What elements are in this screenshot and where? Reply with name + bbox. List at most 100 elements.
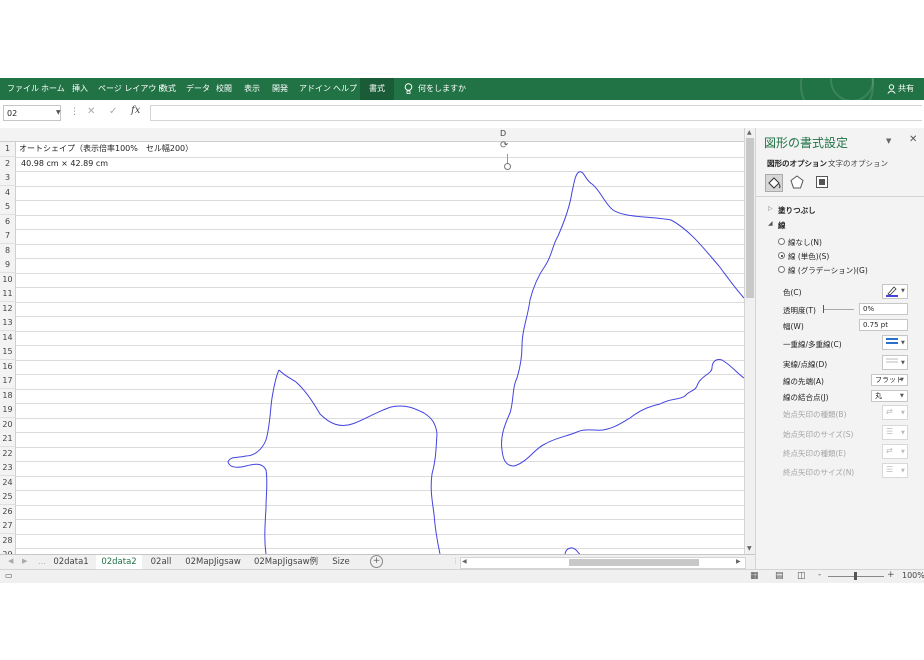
scroll-right-icon[interactable]: ▶ (736, 558, 741, 565)
tell-me-search[interactable]: 何をしますか (418, 78, 466, 100)
radio-gradient-line[interactable] (778, 266, 785, 273)
radio-no-line-label[interactable]: 線なし(N) (788, 237, 822, 248)
rotate-handle-icon[interactable]: ⟳ (500, 140, 508, 151)
radio-gradient-line-label[interactable]: 線 (グラデーション)(G) (788, 265, 868, 276)
tab-format[interactable]: 書式 (360, 78, 394, 100)
sheet-tab[interactable]: Size (326, 555, 356, 569)
chevron-down-icon: ▼ (901, 449, 905, 455)
tab-data[interactable]: データ (186, 78, 210, 100)
tab-shape-options[interactable]: 図形のオプション (767, 158, 827, 169)
size-properties-tab[interactable] (815, 175, 829, 192)
zoom-out-button[interactable]: - (818, 570, 821, 580)
sheet-tab[interactable]: 02all (145, 555, 177, 569)
tab-file[interactable]: ファイル (7, 78, 39, 100)
worksheet-grid[interactable]: D 1 2 3 4 5 6 7 8 9 10 11 12 13 14 15 16 17 18 19 20 21 22 23 2… (0, 128, 744, 554)
hscroll-more-icon[interactable]: ⋮ (452, 557, 459, 565)
enter-icon[interactable]: ✓ (109, 106, 117, 117)
line-section-header[interactable]: 線 (778, 220, 786, 231)
formula-input[interactable] (150, 105, 922, 121)
add-sheet-icon[interactable]: + (370, 555, 383, 568)
sheet-prev-icon[interactable]: ◀ (8, 557, 13, 565)
size-properties-icon (816, 176, 828, 188)
more-options-icon[interactable]: ⋮ (70, 107, 79, 117)
expand-fill-icon[interactable]: ▷ (768, 205, 773, 212)
arrow-size-icon: ☰ (886, 465, 894, 474)
transparency-value: 0% (863, 305, 875, 313)
transparency-slider[interactable] (824, 309, 854, 310)
horizontal-scrollbar[interactable]: ◀ ▶ (460, 557, 746, 569)
status-bar: ▭ ▦ ▤ ◫ - + 100% (0, 569, 924, 583)
zoom-level[interactable]: 100% (902, 571, 924, 580)
radio-no-line[interactable] (778, 238, 785, 245)
begin-arrow-type-dropdown[interactable]: ⇄ ▼ (882, 405, 908, 420)
outline-color-picker[interactable]: ▼ (882, 284, 908, 299)
tab-page-layout[interactable]: ページ レイアウト (98, 78, 164, 100)
tab-view[interactable]: 表示 (244, 78, 260, 100)
tab-text-options[interactable]: 文字のオプション (828, 158, 888, 169)
shape-outline-path (227, 171, 744, 554)
zoom-in-button[interactable]: + (887, 570, 895, 580)
effects-tab[interactable] (790, 175, 804, 192)
scroll-left-icon[interactable]: ◀ (462, 558, 467, 565)
insert-function-icon[interactable]: fx (131, 105, 140, 116)
collapse-line-icon[interactable]: ◢ (768, 220, 773, 227)
fill-section-header[interactable]: 塗りつぶし (778, 205, 816, 216)
chevron-down-icon: ▼ (900, 393, 904, 399)
sheet-tab[interactable]: 02MapJigsaw (180, 555, 246, 569)
tab-developer[interactable]: 開発 (272, 78, 288, 100)
resize-handle[interactable] (504, 163, 511, 170)
tab-home[interactable]: ホーム (41, 78, 65, 100)
end-arrow-type-dropdown[interactable]: ⇄ ▼ (882, 444, 908, 459)
compound-type-dropdown[interactable]: ▼ (882, 335, 908, 350)
begin-arrow-size-dropdown[interactable]: ☰ ▼ (882, 425, 908, 440)
paint-bucket-icon (768, 177, 781, 189)
name-box-dropdown-icon[interactable]: ▼ (56, 109, 61, 116)
ribbon-decoration (830, 58, 874, 102)
sheet-ellipsis-icon[interactable]: … (38, 557, 46, 566)
name-box[interactable]: 02 (3, 105, 61, 121)
end-arrow-type-label: 終点矢印の種類(E) (783, 449, 847, 458)
sheet-tab[interactable]: 02data1 (49, 555, 93, 569)
scroll-thumb[interactable] (746, 138, 754, 298)
normal-view-icon[interactable]: ▦ (750, 571, 759, 581)
cancel-icon[interactable]: ✕ (87, 106, 95, 117)
fill-line-tab[interactable] (765, 174, 783, 192)
hscroll-thumb[interactable] (569, 559, 699, 566)
tab-addins[interactable]: アドイン (299, 78, 331, 100)
sheet-tab[interactable]: 02MapJigsaw例 (249, 555, 323, 569)
zoom-slider-thumb[interactable] (854, 572, 857, 580)
sheet-next-icon[interactable]: ▶ (22, 557, 27, 565)
transparency-input[interactable]: 0% (859, 303, 908, 315)
radio-solid-line-label[interactable]: 線 (単色)(S) (788, 251, 829, 262)
join-type-label: 線の結合点(J) (783, 393, 829, 402)
join-type-dropdown[interactable]: 丸 ▼ (871, 390, 908, 402)
pane-options-dropdown-icon[interactable]: ▼ (886, 137, 891, 145)
scroll-down-icon[interactable]: ▼ (747, 545, 752, 552)
close-icon[interactable]: ✕ (909, 134, 917, 145)
share-button[interactable]: 共有 (898, 78, 914, 100)
join-type-value: 丸 (875, 392, 882, 400)
tab-help[interactable]: ヘルプ (333, 78, 357, 100)
end-arrow-size-dropdown[interactable]: ☰ ▼ (882, 463, 908, 478)
width-input[interactable]: 0.75 pt (859, 319, 908, 331)
radio-solid-line[interactable] (778, 252, 785, 259)
cap-type-dropdown[interactable]: フラット ▼ (871, 374, 908, 386)
transparency-slider-thumb[interactable] (823, 305, 824, 313)
scroll-up-icon[interactable]: ▲ (747, 129, 752, 136)
tab-formulas[interactable]: 数式 (160, 78, 176, 100)
page-break-view-icon[interactable]: ◫ (797, 571, 806, 581)
tab-review[interactable]: 校閲 (216, 78, 232, 100)
dash-type-dropdown[interactable]: ▼ (882, 355, 908, 370)
end-arrow-size-label: 終点矢印のサイズ(N) (783, 468, 855, 477)
chevron-down-icon: ▼ (900, 377, 904, 383)
color-label: 色(C) (783, 288, 802, 297)
macro-record-icon[interactable]: ▭ (5, 571, 13, 580)
tab-insert[interactable]: 挿入 (72, 78, 88, 100)
page-layout-view-icon[interactable]: ▤ (775, 571, 784, 581)
chevron-down-icon: ▼ (901, 288, 905, 294)
dash-type-label: 実線/点線(D) (783, 360, 828, 369)
cap-type-value: フラット (875, 376, 903, 384)
chevron-down-icon: ▼ (901, 360, 905, 366)
freeform-shape[interactable] (0, 128, 744, 554)
arrow-type-icon: ⇄ (886, 446, 893, 455)
